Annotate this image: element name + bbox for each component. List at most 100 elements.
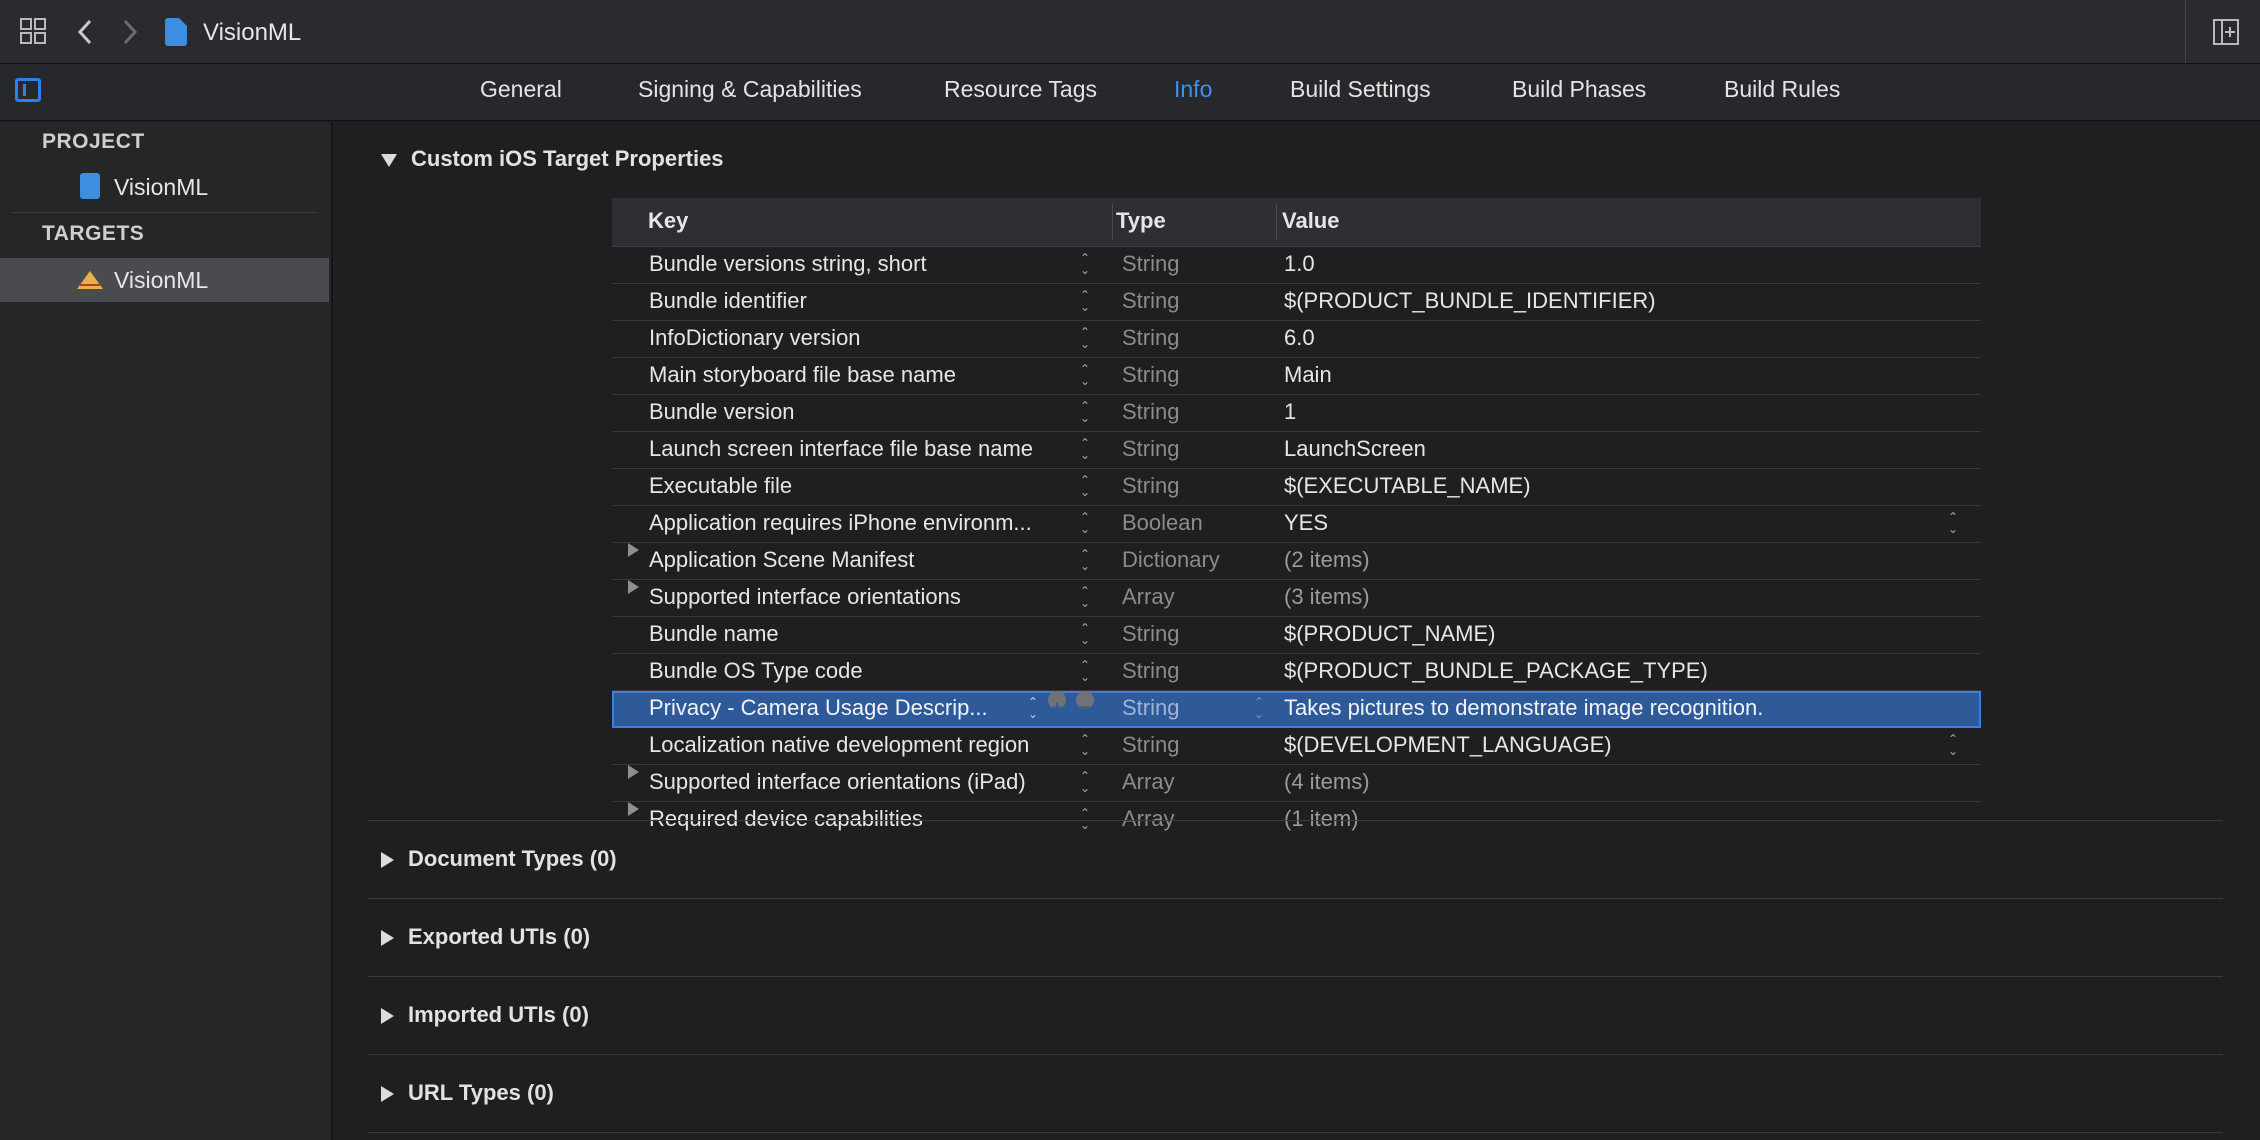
tab-build-settings[interactable]: Build Settings — [1290, 64, 1431, 114]
sidebar-toggle-icon[interactable] — [15, 78, 41, 102]
row-value[interactable]: $(EXECUTABLE_NAME) — [1284, 469, 1531, 503]
add-editor-icon[interactable] — [2210, 0, 2242, 68]
key-stepper-icon[interactable]: ⌃ ⌄ — [1078, 437, 1092, 463]
section-title: Custom iOS Target Properties — [411, 146, 724, 171]
row-key: Required device capabilities — [649, 806, 923, 831]
key-stepper-icon[interactable]: ⌃ ⌄ — [1026, 696, 1040, 722]
key-stepper-icon[interactable]: ⌃ ⌄ — [1078, 733, 1092, 759]
table-row[interactable]: Bundle versions string, short ⌃ ⌄ String … — [612, 247, 1981, 284]
row-value[interactable]: $(PRODUCT_BUNDLE_PACKAGE_TYPE) — [1284, 654, 1708, 688]
tab-build-rules[interactable]: Build Rules — [1724, 64, 1840, 114]
remove-row-icon[interactable]: − — [1076, 691, 1094, 717]
section-imported-utis[interactable]: Imported UTIs (0) — [381, 1002, 589, 1028]
row-type: String — [1122, 288, 1180, 313]
key-stepper-icon[interactable]: ⌃ ⌄ — [1078, 622, 1092, 648]
table-row[interactable]: Supported interface orientations ⌃ ⌄ Arra… — [612, 580, 1981, 617]
tab-general[interactable]: General — [480, 64, 562, 114]
key-stepper-icon[interactable]: ⌃ ⌄ — [1078, 326, 1092, 352]
type-stepper-icon[interactable]: ⌃ ⌄ — [1252, 696, 1266, 722]
section-custom-ios-target-properties[interactable]: Custom iOS Target Properties — [381, 146, 724, 172]
row-type: String — [1122, 399, 1180, 424]
tab-resource-tags[interactable]: Resource Tags — [944, 64, 1097, 114]
column-header-type[interactable]: Type — [1116, 198, 1166, 244]
table-row[interactable]: Localization native development region ⌃… — [612, 728, 1981, 765]
key-stepper-icon[interactable]: ⌃ ⌄ — [1078, 363, 1092, 389]
key-stepper-icon[interactable]: ⌃ ⌄ — [1078, 548, 1092, 574]
breadcrumb[interactable]: VisionML — [203, 0, 301, 66]
table-row[interactable]: Executable file ⌃ ⌄ String $(EXECUTABLE_N… — [612, 469, 1981, 506]
sidebar-divider — [12, 212, 317, 213]
key-stepper-icon[interactable]: ⌃ ⌄ — [1078, 585, 1092, 611]
row-value[interactable]: Takes pictures to demonstrate image reco… — [1284, 691, 1763, 725]
forward-chevron-icon[interactable] — [115, 0, 145, 67]
disclosure-closed-icon[interactable] — [628, 580, 639, 594]
row-value[interactable]: 1 — [1284, 395, 1296, 429]
table-row[interactable]: InfoDictionary version ⌃ ⌄ String 6.0 — [612, 321, 1981, 358]
tab-info[interactable]: Info — [1174, 64, 1212, 114]
add-row-icon[interactable]: + — [1048, 691, 1066, 717]
table-row[interactable]: Bundle OS Type code ⌃ ⌄ String $(PRODUCT_… — [612, 654, 1981, 691]
row-key[interactable]: Privacy - Camera Usage Descrip... — [649, 691, 988, 725]
related-items-grid-icon[interactable] — [16, 0, 50, 67]
disclosure-closed-icon[interactable] — [381, 1008, 394, 1025]
disclosure-closed-icon[interactable] — [628, 802, 639, 816]
row-value[interactable]: 1.0 — [1284, 247, 1315, 281]
row-value[interactable]: 6.0 — [1284, 321, 1315, 355]
table-row[interactable]: Main storyboard file base name ⌃ ⌄ String… — [612, 358, 1981, 395]
key-stepper-icon[interactable]: ⌃ ⌄ — [1078, 400, 1092, 426]
row-value[interactable]: Main — [1284, 358, 1332, 392]
row-value[interactable]: $(PRODUCT_BUNDLE_IDENTIFIER) — [1284, 284, 1656, 318]
row-value[interactable]: $(PRODUCT_NAME) — [1284, 617, 1495, 651]
disclosure-closed-icon[interactable] — [628, 543, 639, 557]
section-exported-utis[interactable]: Exported UTIs (0) — [381, 924, 590, 950]
row-key: Launch screen interface file base name — [649, 436, 1034, 461]
column-header-value[interactable]: Value — [1282, 198, 1339, 244]
section-title: Document Types (0) — [408, 846, 617, 871]
table-row[interactable]: Application requires iPhone environm... … — [612, 506, 1981, 543]
key-stepper-icon[interactable]: ⌃ ⌄ — [1078, 474, 1092, 500]
section-url-types[interactable]: URL Types (0) — [381, 1080, 554, 1106]
row-type: String — [1122, 732, 1180, 757]
row-type: String — [1122, 436, 1180, 461]
table-row[interactable]: Application Scene Manifest ⌃ ⌄ Dictionary… — [612, 543, 1981, 580]
sidebar-item-target[interactable]: VisionML — [0, 258, 329, 302]
toolbar-divider — [2185, 0, 2186, 63]
row-type: Array — [1122, 769, 1175, 794]
project-file-icon — [165, 18, 187, 46]
key-stepper-icon[interactable]: ⌃ ⌄ — [1078, 511, 1092, 537]
table-row[interactable]: Bundle identifier ⌃ ⌄ String $(PRODUCT_BU… — [612, 284, 1981, 321]
table-row-selected[interactable]: Privacy - Camera Usage Descrip... ⌃ ⌄ + −… — [612, 691, 1981, 728]
tab-signing-capabilities[interactable]: Signing & Capabilities — [638, 64, 862, 114]
value-popup-stepper-icon[interactable]: ⌃ ⌄ — [1946, 733, 1960, 759]
table-row[interactable]: Launch screen interface file base name ⌃… — [612, 432, 1981, 469]
row-value[interactable]: LaunchScreen — [1284, 432, 1426, 466]
row-type: Dictionary — [1122, 547, 1220, 572]
row-type: Array — [1122, 806, 1175, 831]
key-stepper-icon[interactable]: ⌃ ⌄ — [1078, 659, 1092, 685]
row-value[interactable]: $(DEVELOPMENT_LANGUAGE) — [1284, 728, 1612, 762]
table-row[interactable]: Bundle version ⌃ ⌄ String 1 — [612, 395, 1981, 432]
table-row[interactable]: Supported interface orientations (iPad) … — [612, 765, 1981, 802]
column-header-key[interactable]: Key — [648, 198, 688, 244]
disclosure-closed-icon[interactable] — [628, 765, 639, 779]
back-chevron-icon[interactable] — [70, 0, 100, 67]
disclosure-closed-icon[interactable] — [381, 1086, 394, 1103]
row-value[interactable]: YES — [1284, 506, 1328, 540]
table-row[interactable]: Bundle name ⌃ ⌄ String $(PRODUCT_NAME) — [612, 617, 1981, 654]
disclosure-closed-icon[interactable] — [381, 930, 394, 947]
key-stepper-icon[interactable]: ⌃ ⌄ — [1078, 289, 1092, 315]
disclosure-closed-icon[interactable] — [381, 852, 394, 869]
section-document-types[interactable]: Document Types (0) — [381, 846, 617, 872]
tab-build-phases[interactable]: Build Phases — [1512, 64, 1646, 114]
key-stepper-icon[interactable]: ⌃ ⌄ — [1078, 770, 1092, 796]
column-separator — [1112, 204, 1113, 240]
row-key: InfoDictionary version — [649, 325, 861, 350]
disclosure-open-icon[interactable] — [381, 153, 397, 167]
row-key: Application requires iPhone environm... — [649, 510, 1032, 535]
value-popup-stepper-icon[interactable]: ⌃ ⌄ — [1946, 511, 1960, 537]
key-stepper-icon[interactable]: ⌃ ⌄ — [1078, 252, 1092, 278]
toolbar: VisionML — [0, 0, 2260, 64]
row-type: String — [1122, 658, 1180, 683]
sidebar-item-project[interactable]: VisionML — [0, 165, 329, 209]
row-value: (4 items) — [1284, 769, 1370, 794]
